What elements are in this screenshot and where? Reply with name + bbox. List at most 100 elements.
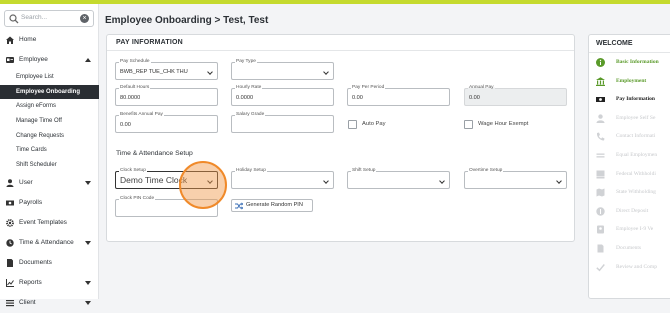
nav-user-label: User: [19, 179, 33, 186]
step-label: Contact Informati: [616, 133, 656, 140]
annual-pay-label: Annual Pay: [468, 85, 495, 90]
step-label: Equal Employmen: [616, 151, 658, 158]
nav-employee-label: Employee: [19, 56, 48, 63]
nav-event-templates[interactable]: Event Templates: [0, 213, 99, 233]
step-contact-information[interactable]: Contact Informati: [589, 127, 670, 146]
step-label: Direct Deposit: [616, 207, 649, 214]
holiday-setup-select[interactable]: Holiday Setup: [231, 168, 334, 189]
pay-information-panel: PAY INFORMATION Pay Schedule BWB_REP TUE…: [106, 34, 575, 242]
overtime-setup-select[interactable]: Overtime Setup: [464, 168, 567, 189]
wage-hour-exempt-checkbox[interactable]: [464, 120, 473, 129]
clear-search-icon[interactable]: ×: [80, 14, 89, 23]
auto-pay-label: Auto Pay: [362, 121, 386, 127]
step-state-withholding[interactable]: State Withholding: [589, 183, 670, 202]
sub-shift-scheduler[interactable]: Shift Scheduler: [0, 158, 99, 173]
benefits-annual-pay-value: 0.00: [120, 122, 131, 128]
document-icon: [597, 244, 604, 253]
search-input[interactable]: Search... ×: [4, 10, 94, 27]
phone-icon: [596, 132, 605, 141]
top-accent-bar: [0, 0, 670, 4]
shuffle-icon: [235, 202, 243, 210]
clock-setup-label: Clock Setup: [119, 168, 147, 173]
chevron-down-icon: [85, 241, 91, 245]
sub-manage-time-off[interactable]: Manage Time Off: [0, 114, 99, 129]
step-employee-self-service[interactable]: Employee Self Se: [589, 109, 670, 128]
chevron-down-icon: [323, 178, 329, 184]
step-basic-information[interactable]: Basic Information: [589, 53, 670, 72]
clock-icon: [6, 239, 14, 247]
default-hours-field[interactable]: Default Hours 80.0000: [115, 85, 218, 106]
check-icon: [596, 263, 605, 271]
chevron-up-icon: [85, 58, 91, 62]
step-review-and-complete[interactable]: Review and Comp: [589, 258, 670, 277]
benefits-annual-pay-field[interactable]: Benefits Annual Pay 0.00: [115, 112, 218, 133]
step-equal-employment[interactable]: Equal Employmen: [589, 146, 670, 165]
chevron-down-icon: [85, 181, 91, 185]
step-label: Pay Information: [616, 96, 655, 103]
wage-hour-exempt-label: Wage Hour Exempt: [478, 121, 529, 127]
click-highlight-marker: [179, 161, 227, 209]
pay-per-period-value: 0.00: [352, 95, 363, 101]
nav-time-attendance[interactable]: Time & Attendance: [0, 233, 99, 253]
pay-per-period-field[interactable]: Pay Per Period 0.00: [347, 85, 450, 106]
step-documents[interactable]: Documents: [589, 239, 670, 258]
annual-pay-field: Annual Pay 0.00: [464, 85, 567, 106]
nav-employee[interactable]: Employee: [0, 50, 99, 70]
step-label: Employee Self Se: [616, 114, 656, 121]
chevron-down-icon: [556, 178, 562, 184]
step-label: State Withholding: [616, 189, 656, 196]
step-federal-withholding[interactable]: Federal Withholdi: [589, 165, 670, 184]
chevron-down-icon: [207, 69, 213, 75]
nav-reports[interactable]: Reports: [0, 273, 99, 293]
shift-setup-select[interactable]: Shift Setup: [347, 168, 450, 189]
nav-documents[interactable]: Documents: [0, 253, 99, 273]
sub-employee-onboarding[interactable]: Employee Onboarding: [0, 84, 99, 100]
default-hours-label: Default Hours: [119, 85, 151, 90]
hourly-rate-field[interactable]: Hourly Rate 0.0000: [231, 85, 334, 106]
nav-payrolls-label: Payrolls: [19, 199, 43, 206]
id-card-icon: [6, 57, 14, 63]
nav-user[interactable]: User: [0, 173, 99, 193]
nav-home[interactable]: Home: [0, 30, 99, 50]
salary-grade-label: Salary Grade: [235, 112, 266, 117]
sub-change-requests[interactable]: Change Requests: [0, 129, 99, 144]
overtime-setup-label: Overtime Setup: [468, 168, 504, 173]
step-direct-deposit[interactable]: Direct Deposit: [589, 202, 670, 221]
nav-reports-label: Reports: [19, 279, 42, 286]
chevron-down-icon: [323, 69, 329, 75]
benefits-annual-pay-label: Benefits Annual Pay: [119, 112, 164, 117]
equals-icon: [596, 153, 605, 158]
sub-assign-eforms[interactable]: Assign eForms: [0, 99, 99, 114]
holiday-setup-label: Holiday Setup: [235, 168, 267, 173]
bank-icon: [596, 76, 605, 86]
step-label: Documents: [616, 244, 642, 251]
pay-information-heading: PAY INFORMATION: [107, 35, 574, 51]
dollar-icon: [596, 207, 605, 216]
hourly-rate-label: Hourly Rate: [235, 85, 263, 90]
nav-client[interactable]: Client: [0, 293, 99, 313]
time-attendance-heading: Time & Attendance Setup: [116, 150, 193, 157]
pay-schedule-value: BWB_REP TUE_CHK THU: [120, 69, 188, 75]
nav-payrolls[interactable]: Payrolls: [0, 193, 99, 213]
welcome-heading: WELCOME: [589, 35, 670, 53]
nav-time-attendance-label: Time & Attendance: [19, 239, 74, 246]
auto-pay-checkbox[interactable]: [348, 120, 357, 129]
generate-random-pin-button[interactable]: Generate Random PIN: [231, 199, 313, 212]
annual-pay-value: 0.00: [469, 95, 480, 101]
nav-documents-label: Documents: [19, 259, 52, 266]
nav-home-label: Home: [19, 36, 37, 43]
chart-icon: [6, 279, 14, 287]
sub-time-cards[interactable]: Time Cards: [0, 143, 99, 158]
step-employee-i9[interactable]: Employee I-9 Ve: [589, 220, 670, 239]
clock-pin-label: Clock PIN Code: [119, 196, 156, 201]
step-employment[interactable]: Employment: [589, 72, 670, 91]
sub-employee-list[interactable]: Employee List: [0, 70, 99, 85]
pay-type-select[interactable]: Pay Type: [231, 59, 334, 80]
page-title: Employee Onboarding > Test, Test: [105, 15, 269, 26]
step-pay-information[interactable]: Pay Information: [589, 90, 670, 109]
hourly-rate-value: 0.0000: [236, 95, 254, 101]
user-icon: [6, 179, 14, 187]
employee-submenu: Employee List Employee Onboarding Assign…: [0, 70, 99, 173]
salary-grade-field[interactable]: Salary Grade: [231, 112, 334, 133]
pay-schedule-select[interactable]: Pay Schedule BWB_REP TUE_CHK THU: [115, 59, 218, 80]
